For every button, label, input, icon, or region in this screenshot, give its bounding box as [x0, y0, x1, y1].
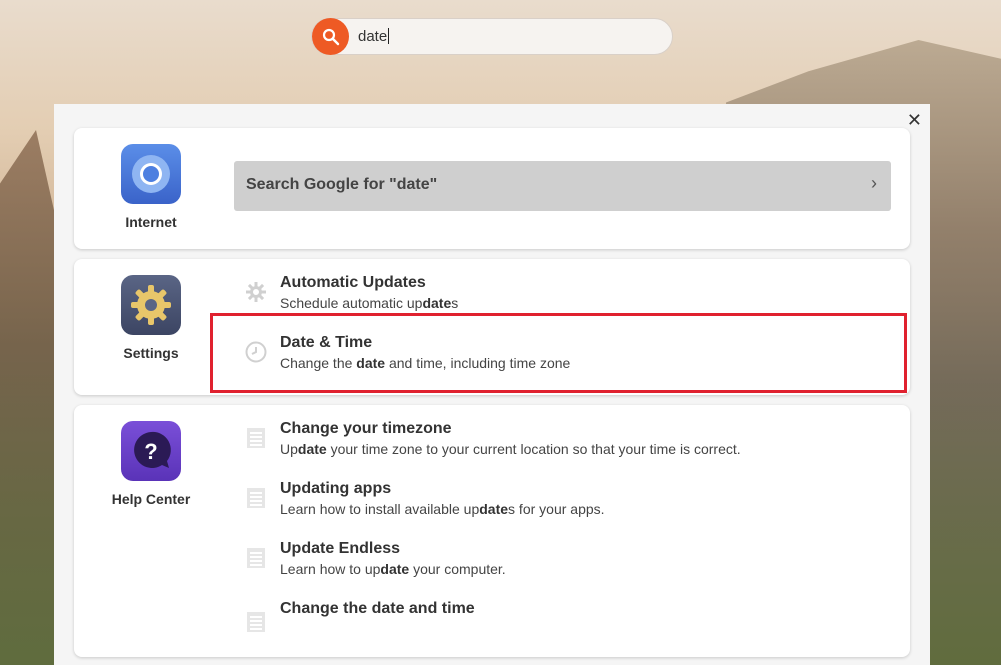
app-label-internet: Internet	[125, 214, 177, 230]
result-title: Update Endless	[280, 540, 401, 557]
result-update-endless[interactable]: Update Endless Learn how to update your …	[244, 540, 894, 592]
result-subtitle: Schedule automatic updates	[280, 295, 459, 311]
document-icon	[244, 546, 268, 570]
help-center-icon[interactable]: ?	[121, 421, 181, 481]
result-subtitle: Update your time zone to your current lo…	[280, 441, 741, 457]
app-label-help-center: Help Center	[111, 491, 191, 507]
text-caret	[388, 28, 390, 44]
chevron-right-icon: ›	[871, 173, 877, 193]
result-title: Automatic Updates	[280, 274, 426, 291]
result-title: Change your timezone	[280, 420, 452, 437]
search-bar[interactable]: date	[311, 18, 673, 55]
gear-icon	[244, 280, 268, 304]
selection-highlight	[210, 313, 907, 393]
result-title: Change the date and time	[280, 600, 475, 617]
search-input[interactable]: date	[358, 28, 390, 45]
search-icon[interactable]	[312, 18, 349, 55]
result-subtitle: Learn how to install available updates f…	[280, 501, 605, 517]
search-google-button[interactable]: Search Google for "date" ›	[234, 161, 891, 211]
document-icon	[244, 486, 268, 510]
app-label-settings: Settings	[123, 345, 179, 361]
document-icon	[244, 426, 268, 450]
help-center-card: ? Help Center Change your timezone Updat…	[74, 405, 910, 657]
document-icon	[244, 610, 268, 634]
result-subtitle: Learn how to update your computer.	[280, 561, 506, 577]
result-title: Updating apps	[280, 480, 392, 497]
internet-card: Internet Search Google for "date" ›	[74, 128, 910, 249]
result-updating-apps[interactable]: Updating apps Learn how to install avail…	[244, 480, 894, 532]
close-icon[interactable]: ✕	[907, 111, 922, 129]
settings-gear-app-icon[interactable]	[121, 275, 181, 335]
svg-text:?: ?	[144, 439, 157, 464]
background-mountain-left	[0, 130, 60, 665]
result-change-timezone[interactable]: Change your timezone Update your time zo…	[244, 420, 894, 472]
search-google-label: Search Google for "date"	[246, 176, 438, 193]
chromium-icon[interactable]	[121, 144, 181, 204]
result-change-date-time[interactable]: Change the date and time	[244, 600, 894, 652]
